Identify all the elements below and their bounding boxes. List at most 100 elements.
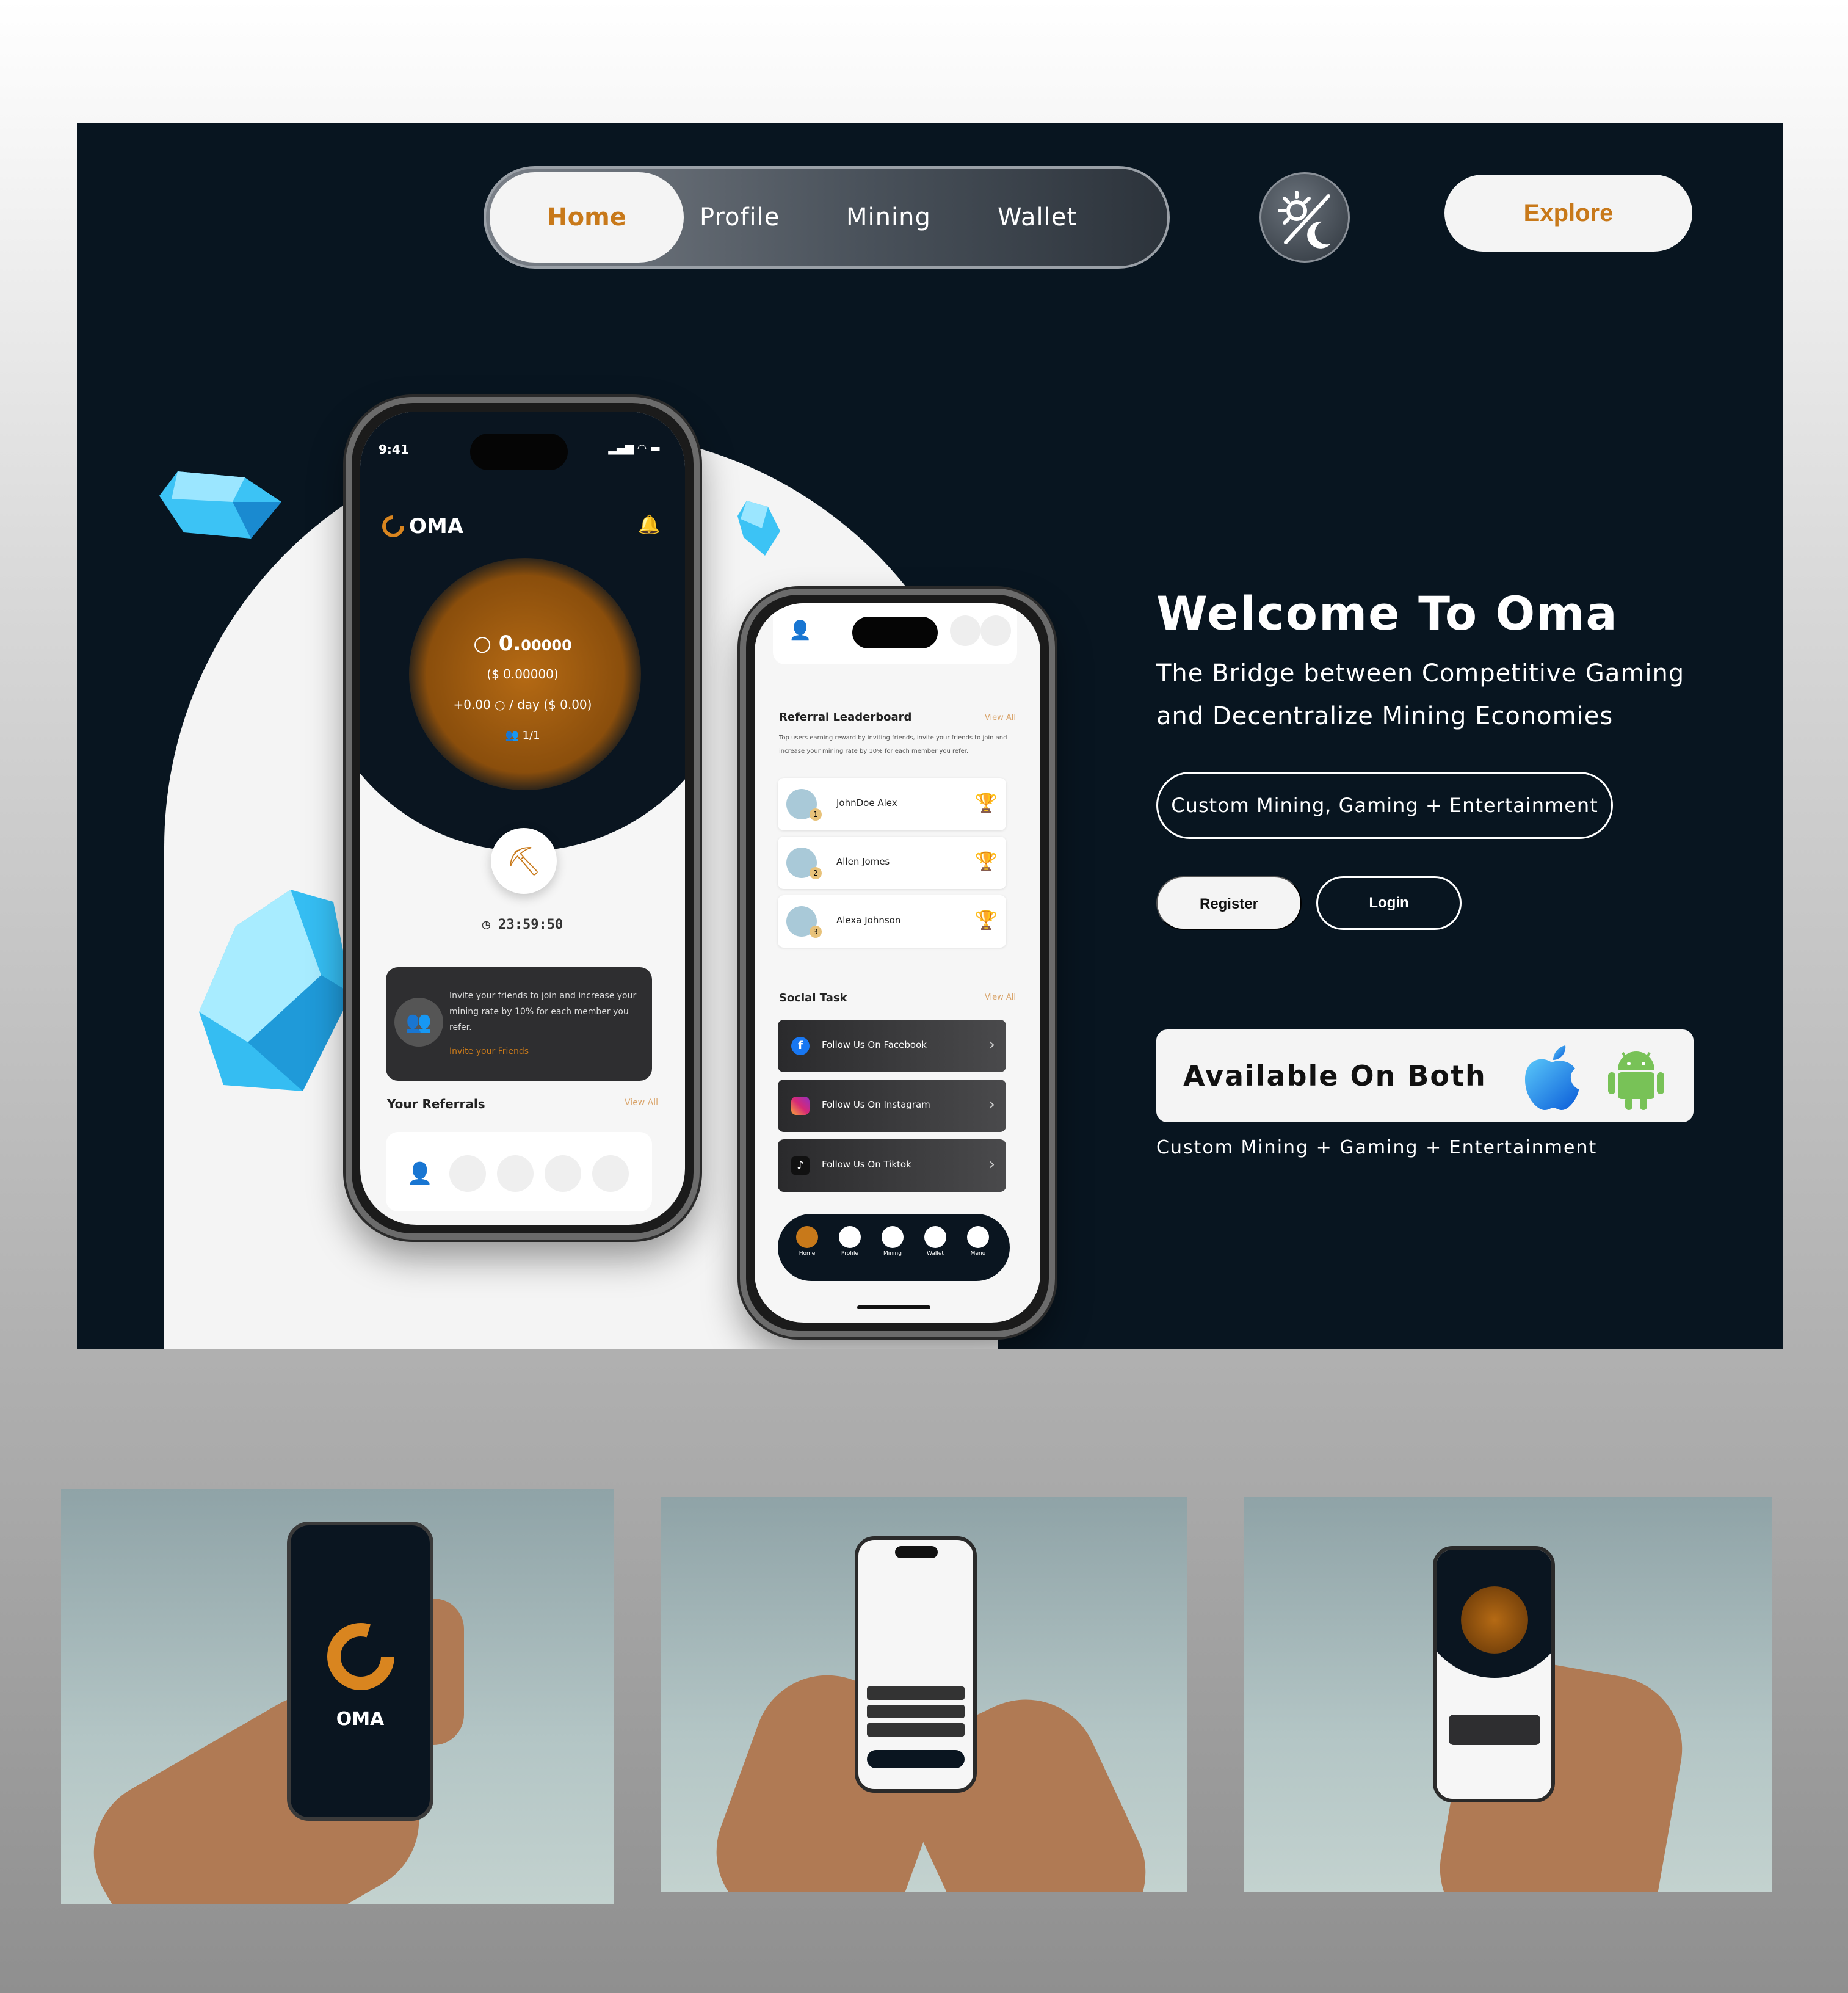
leaderboard-row[interactable]: 3 Alexa Johnson 🏆 — [778, 895, 1006, 948]
chevron-right-icon: › — [988, 1155, 995, 1174]
tab-label: Mining — [883, 1251, 902, 1257]
task-bar — [867, 1723, 965, 1737]
empty-avatar — [980, 615, 1011, 646]
phone-home-screen: 9:41 ▂▄▆ ◠ ▬ OMA 🔔 ○ 0.00000 ($ 0.00000)… — [360, 412, 685, 1225]
user-avatar-icon: 👤 — [402, 1155, 438, 1192]
empty-avatar — [950, 615, 980, 646]
wallet-icon — [924, 1226, 946, 1248]
bronze-trophy-icon: 🏆 — [974, 910, 998, 931]
mining-rate: +0.00 ○ / day ($ 0.00) — [453, 697, 592, 712]
leaderboard-mini-phone — [855, 1536, 977, 1793]
android-icon[interactable] — [1606, 1045, 1667, 1111]
mining-timer-value: 23:59:50 — [498, 917, 563, 932]
tab-home[interactable]: Home — [794, 1226, 821, 1257]
status-time: 9:41 — [379, 442, 409, 457]
member-count: 👥 1/1 — [505, 729, 540, 742]
balance-usd: ($ 0.00000) — [487, 667, 559, 681]
user-avatar-icon: 👤 — [789, 620, 812, 641]
mining-timer: ◷ 23:59:50 — [482, 917, 563, 932]
home-mini-phone — [1433, 1546, 1555, 1802]
social-task-title: Social Task — [779, 992, 847, 1004]
mining-balance: ○ 0.00000 — [473, 631, 572, 656]
tab-bar — [867, 1750, 965, 1768]
task-bar — [867, 1705, 965, 1718]
leaderboard-view-all[interactable]: View All — [985, 713, 1016, 722]
balance-prefix: 0. — [498, 631, 521, 656]
task-label: Follow Us On Instagram — [822, 1099, 930, 1110]
nav-item-profile[interactable]: Profile — [700, 169, 780, 266]
profile-icon — [839, 1226, 861, 1248]
referrals-view-all[interactable]: View All — [625, 1098, 658, 1108]
phone-mockup-home: 9:41 ▂▄▆ ◠ ▬ OMA 🔔 ○ 0.00000 ($ 0.00000)… — [346, 397, 700, 1240]
chevron-right-icon: › — [988, 1036, 995, 1054]
tiktok-icon: ♪ — [791, 1156, 810, 1175]
thumbnail-splash: OMA — [61, 1489, 614, 1904]
hero-title: Welcome To Oma — [1156, 586, 1618, 641]
member-count-value: 1/1 — [522, 729, 540, 742]
task-label: Follow Us On Facebook — [822, 1039, 927, 1050]
leader-name: Alexa Johnson — [836, 915, 901, 926]
task-facebook[interactable]: f Follow Us On Facebook › — [778, 1020, 1006, 1072]
pickaxe-mine-button[interactable]: ⛏ — [491, 828, 557, 894]
top-nav: Home Profile Mining Wallet — [484, 166, 1170, 269]
instagram-icon — [791, 1097, 810, 1115]
dynamic-island — [470, 434, 568, 470]
register-button[interactable]: Register — [1156, 876, 1302, 930]
theme-toggle-button[interactable] — [1259, 172, 1350, 263]
login-button[interactable]: Login — [1316, 876, 1462, 930]
mining-orb — [1461, 1586, 1528, 1654]
thumbnail-home — [1244, 1497, 1772, 1892]
gold-trophy-icon: 🏆 — [974, 793, 998, 814]
group-icon: 👥 — [394, 998, 443, 1047]
hero-subtitle: The Bridge between Competitive Gaming an… — [1156, 659, 1685, 730]
bottom-tab-bar: Home Profile Mining Wallet Menu — [778, 1214, 1010, 1281]
facebook-icon: f — [791, 1037, 810, 1055]
tab-wallet[interactable]: Wallet — [922, 1226, 949, 1257]
apple-icon[interactable] — [1523, 1044, 1581, 1111]
large-gem-icon — [199, 890, 352, 1091]
explore-button[interactable]: Explore — [1444, 175, 1692, 252]
crystal-gem-icon — [159, 471, 281, 539]
sun-moon-icon — [1278, 191, 1331, 249]
leaderboard-title: Referral Leaderboard — [779, 711, 912, 724]
splash-phone: OMA — [287, 1522, 433, 1821]
invite-card[interactable]: 👥 Invite your friends to join and increa… — [386, 967, 652, 1081]
home-icon — [796, 1226, 818, 1248]
task-label: Follow Us On Tiktok — [822, 1159, 911, 1170]
tab-profile[interactable]: Profile — [836, 1226, 863, 1257]
brand-name: OMA — [409, 514, 464, 539]
available-platforms-card: Available On Both — [1156, 1029, 1694, 1122]
tab-mining[interactable]: Mining — [879, 1226, 906, 1257]
social-task-view-all[interactable]: View All — [985, 993, 1016, 1002]
leaderboard-description: Top users earning reward by inviting fri… — [779, 735, 1007, 755]
invite-link[interactable]: Invite your Friends — [449, 1047, 529, 1056]
hero-section: Home Profile Mining Wallet Explore 9:41 … — [77, 123, 1783, 1349]
tab-menu[interactable]: Menu — [965, 1226, 991, 1257]
silver-trophy-icon: 🏆 — [974, 851, 998, 873]
signal-wifi-battery-icon: ▂▄▆ ◠ ▬ — [608, 442, 661, 455]
referrals-row: 👤 — [386, 1132, 652, 1211]
task-tiktok[interactable]: ♪ Follow Us On Tiktok › — [778, 1139, 1006, 1192]
empty-avatar — [449, 1155, 486, 1192]
referrals-title: Your Referrals — [387, 1097, 485, 1111]
thumbnail-leaderboard — [661, 1497, 1187, 1892]
oma-logo-icon — [382, 515, 404, 537]
nav-item-mining[interactable]: Mining — [846, 169, 931, 266]
chevron-right-icon: › — [988, 1095, 995, 1114]
leaderboard-row[interactable]: 1 JohnDoe Alex 🏆 — [778, 778, 1006, 830]
leader-name: Allen Jomes — [836, 856, 890, 867]
nav-item-wallet[interactable]: Wallet — [998, 169, 1077, 266]
leaderboard-row[interactable]: 2 Allen Jomes 🏆 — [778, 837, 1006, 889]
empty-avatar — [592, 1155, 629, 1192]
tab-label: Menu — [970, 1251, 986, 1257]
task-bar — [867, 1686, 965, 1700]
splash-brand: OMA — [336, 1708, 385, 1730]
bell-icon[interactable]: 🔔 — [638, 514, 661, 535]
invite-text: Invite your friends to join and increase… — [449, 991, 637, 1033]
nav-item-home[interactable]: Home — [490, 172, 684, 263]
invite-card — [1449, 1715, 1540, 1745]
dynamic-island — [852, 617, 938, 648]
bottom-tagline: Custom Mining + Gaming + Entertainment — [1156, 1137, 1598, 1158]
leader-rank-badge: 1 — [810, 808, 822, 821]
task-instagram[interactable]: Follow Us On Instagram › — [778, 1080, 1006, 1132]
